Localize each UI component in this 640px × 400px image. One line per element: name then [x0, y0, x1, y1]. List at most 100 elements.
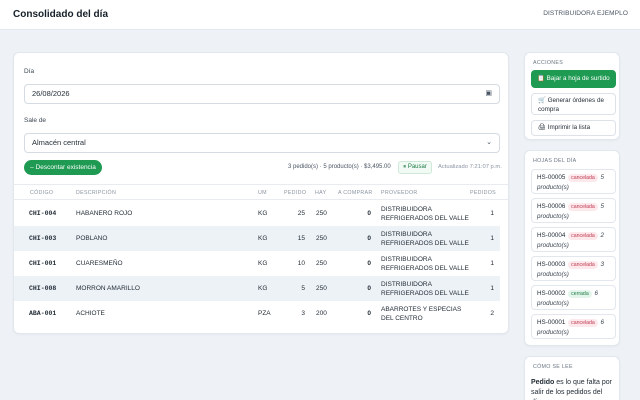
table-row[interactable]: CHI-001 CUARESMEÑO KG 10 250 0 DISTRIBUI…	[14, 251, 500, 276]
row-comprar: 0	[367, 285, 371, 292]
table-row[interactable]: CHI-003 POBLANO KG 15 250 0 DISTRIBUIDOR…	[14, 226, 500, 251]
status-badge: cerrada	[568, 290, 592, 298]
date-value: 26/08/2026	[32, 89, 70, 98]
row-desc: CUARESMEÑO	[76, 260, 123, 267]
row-desc: POBLANO	[76, 235, 108, 242]
hoja-item[interactable]: HS-00005 cancelada 5 producto(s)	[531, 169, 616, 194]
col-hay: HAY	[315, 190, 327, 196]
status-badge: cancelada	[568, 319, 598, 327]
date-input[interactable]: 26/08/2026 ▣	[24, 84, 500, 104]
chevron-down-icon: ⌄	[486, 139, 492, 146]
hoja-unit: producto(s)	[537, 242, 569, 249]
col-proveedor: PROVEEDOR	[381, 190, 418, 196]
company-name[interactable]: DISTRIBUIDORA EJEMPLO	[543, 10, 628, 17]
hoja-unit: producto(s)	[537, 329, 569, 336]
row-comprar: 0	[367, 260, 371, 267]
row-desc: ACHIOTE	[76, 310, 105, 317]
status-badge: cancelada	[568, 174, 598, 182]
table-row[interactable]: CHI-004 HABANERO ROJO KG 25 250 0 DISTRI…	[14, 201, 500, 226]
row-um: KG	[258, 235, 268, 242]
date-label: Día	[24, 68, 35, 75]
hoja-item[interactable]: HS-00006 cancelada 5 producto(s)	[531, 198, 616, 223]
calendar-icon[interactable]: ▣	[485, 85, 492, 103]
row-code: CHI-003	[29, 235, 57, 242]
row-um: KG	[258, 210, 268, 217]
actions-title: ACCIONES	[533, 60, 564, 66]
row-prov-2: REFRIGERADOS DEL VALLE	[381, 290, 469, 297]
row-pedidos: 2	[490, 310, 494, 317]
source-label: Sale de	[24, 117, 47, 124]
row-pedidos: 1	[490, 285, 494, 292]
hoja-id: HS-00003	[537, 261, 566, 268]
hoja-count: 5	[600, 203, 605, 210]
actions-panel: ACCIONES 📋 Bajar a hoja de surtido 🛒 Gen…	[524, 52, 620, 140]
row-pedidos: 1	[490, 210, 494, 217]
bajar-hoja-button[interactable]: 📋 Bajar a hoja de surtido	[531, 70, 616, 88]
row-um: PZA	[258, 310, 271, 317]
hoja-id: HS-00004	[537, 232, 566, 239]
hoja-unit: producto(s)	[537, 271, 569, 278]
source-select[interactable]: Almacén central ⌄	[24, 133, 500, 153]
hoja-item[interactable]: HS-00004 cancelada 2 producto(s)	[531, 227, 616, 252]
row-desc: MORRON AMARILLO	[76, 285, 140, 292]
last-updated: Actualizado 7:21:07 p.m.	[438, 164, 502, 170]
row-hay: 250	[316, 235, 327, 242]
status-badge: cancelada	[568, 203, 598, 211]
hoja-unit: producto(s)	[537, 184, 569, 191]
como-bold: Pedido	[531, 379, 555, 386]
hoja-count: 6	[600, 319, 605, 326]
row-pedidos: 1	[490, 260, 494, 267]
row-hay: 200	[316, 310, 327, 317]
hoja-count: 6	[594, 290, 598, 297]
row-pedido: 3	[301, 310, 305, 317]
status-badge: cancelada	[568, 261, 598, 269]
col-pedidos: PEDIDOS	[470, 190, 496, 196]
col-pedido: PEDIDO	[284, 190, 307, 196]
hoja-id: HS-00006	[537, 203, 566, 210]
row-pedidos: 1	[490, 235, 494, 242]
row-prov-2: REFRIGERADOS DEL VALLE	[381, 215, 469, 222]
order-summary: 3 pedido(s) · 5 producto(s) · $3,495.00	[288, 164, 391, 170]
row-desc: HABANERO ROJO	[76, 210, 133, 217]
hoja-item[interactable]: HS-00002 cerrada 6 producto(s)	[531, 285, 616, 310]
hoja-count: 5	[600, 174, 605, 181]
status-badge: cancelada	[568, 232, 598, 240]
imprimir-lista-button[interactable]: 🖨 Imprimir la lista	[531, 120, 616, 136]
como-description: Pedido es lo que falta por salir de los …	[531, 378, 615, 400]
row-code: ABA-001	[29, 310, 57, 317]
row-pedido: 5	[301, 285, 305, 292]
hojas-panel: HOJAS DEL DÍA HS-00005 cancelada 5 produ…	[524, 150, 620, 346]
col-um: UM	[258, 190, 267, 196]
source-value: Almacén central	[32, 138, 86, 147]
row-hay: 250	[316, 210, 327, 217]
col-codigo: CÓDIGO	[30, 190, 54, 196]
row-um: KG	[258, 260, 268, 267]
hoja-unit: producto(s)	[537, 213, 569, 220]
row-prov-2: REFRIGERADOS DEL VALLE	[381, 240, 469, 247]
hoja-item[interactable]: HS-00001 cancelada 6 producto(s)	[531, 314, 616, 339]
generar-ordenes-button[interactable]: 🛒 Generar órdenes de compra	[531, 93, 616, 115]
row-prov-2: REFRIGERADOS DEL VALLE	[381, 265, 469, 272]
hojas-title: HOJAS DEL DÍA	[533, 158, 577, 164]
table-row[interactable]: ABA-001 ACHIOTE PZA 3 200 0 ABARROTES Y …	[14, 301, 500, 326]
row-um: KG	[258, 285, 268, 292]
hoja-item[interactable]: HS-00003 cancelada 3 producto(s)	[531, 256, 616, 281]
row-pedido: 15	[297, 235, 305, 242]
row-pedido: 10	[297, 260, 305, 267]
page-title: Consolidado del día	[13, 9, 109, 20]
row-code: CHI-008	[29, 285, 57, 292]
hoja-count: 2	[600, 232, 605, 239]
consolidado-panel: Día 26/08/2026 ▣ Sale de Almacén central…	[13, 52, 509, 334]
table-row[interactable]: CHI-008 MORRON AMARILLO KG 5 250 0 DISTR…	[14, 276, 500, 301]
hoja-unit: producto(s)	[537, 300, 569, 307]
hoja-id: HS-00001	[537, 319, 566, 326]
descontar-existencia-button[interactable]: – Descontar existencia	[24, 160, 102, 175]
row-code: CHI-004	[29, 210, 57, 217]
col-a-comprar: A COMPRAR	[338, 190, 373, 196]
row-prov-2: DEL CENTRO	[381, 315, 423, 322]
como-se-lee-panel: CÓMO SE LEE Pedido es lo que falta por s…	[524, 356, 620, 400]
pause-button[interactable]: ⏸ Pausar	[398, 161, 432, 174]
hoja-id: HS-00002	[537, 290, 566, 297]
row-comprar: 0	[367, 310, 371, 317]
hoja-id: HS-00005	[537, 174, 566, 181]
